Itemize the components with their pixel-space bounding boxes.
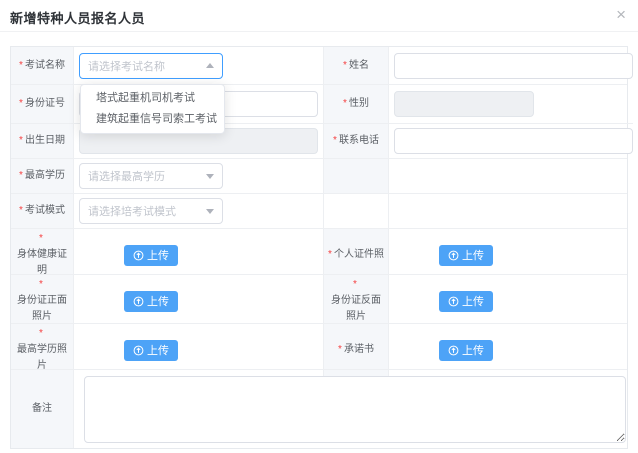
upload-icon [448, 296, 459, 307]
upload-personal-photo-button[interactable]: 上传 [439, 245, 493, 266]
education-select[interactable]: 请选择最高学历 [79, 163, 223, 189]
empty-label-cell [324, 158, 389, 193]
upload-health-cert-button[interactable]: 上传 [124, 245, 178, 266]
required-asterisk: * [19, 58, 23, 74]
exam-name-label-cell: * 考试名称 [11, 47, 74, 84]
birth-date-label: 出生日期 [25, 133, 65, 149]
chevron-up-icon [206, 63, 214, 68]
id-back-cell: 上传 [389, 274, 627, 327]
dialog-header: 新增特种人员报名人员 × [0, 0, 638, 32]
required-asterisk: * [328, 247, 332, 263]
exam-name-cell: 请选择考试名称 [74, 47, 324, 84]
id-front-cell: 上传 [74, 274, 324, 327]
required-asterisk: * [19, 133, 23, 149]
full-name-label-cell: * 姓名 [324, 47, 389, 84]
upload-id-back-button[interactable]: 上传 [439, 291, 493, 312]
phone-cell [389, 123, 633, 158]
required-asterisk: * [338, 342, 342, 358]
remarks-cell [74, 369, 627, 448]
required-asterisk: * [333, 133, 337, 149]
upload-icon [133, 250, 144, 261]
upload-button-label: 上传 [147, 342, 169, 358]
upload-education-photo-button[interactable]: 上传 [124, 340, 178, 361]
id-number-label-cell: * 身份证号 [11, 84, 74, 123]
gender-cell [389, 84, 627, 123]
empty-label-cell [324, 193, 389, 228]
form-row-education: * 最高学历 请选择最高学历 [11, 158, 627, 193]
personal-photo-label: 个人证件照 [334, 247, 384, 263]
close-icon[interactable]: × [616, 5, 626, 25]
upload-button-label: 上传 [462, 342, 484, 358]
education-cell: 请选择最高学历 [74, 158, 324, 193]
commitment-label: 承诺书 [344, 342, 374, 358]
form-row-exam-mode: * 考试模式 请选择培考试模式 [11, 193, 627, 228]
education-placeholder: 请选择最高学历 [88, 168, 165, 184]
gender-label: 性别 [349, 96, 369, 112]
upload-icon [133, 345, 144, 356]
required-asterisk: * [353, 277, 357, 293]
required-asterisk: * [39, 326, 43, 342]
empty-cell [389, 158, 627, 193]
chevron-down-icon [206, 209, 214, 214]
upload-button-label: 上传 [462, 247, 484, 263]
upload-button-label: 上传 [462, 293, 484, 309]
dropdown-option[interactable]: 建筑起重信号司索工考试 [81, 109, 224, 130]
gender-label-cell: * 性别 [324, 84, 389, 123]
upload-icon [448, 250, 459, 261]
upload-icon [133, 296, 144, 307]
form-row-exam-name: * 考试名称 请选择考试名称 * 姓名 [11, 47, 627, 84]
chevron-down-icon [206, 174, 214, 179]
exam-name-label: 考试名称 [25, 58, 65, 74]
upload-commitment-button[interactable]: 上传 [439, 340, 493, 361]
form-row-education-photo: * 最高学历照片 上传 * 承诺书 上传 [11, 323, 627, 369]
exam-name-select[interactable]: 请选择考试名称 [79, 53, 223, 79]
full-name-input[interactable] [394, 53, 633, 79]
education-label-cell: * 最高学历 [11, 158, 74, 193]
id-front-label: 身份证正面照片 [14, 293, 70, 325]
remarks-textarea[interactable] [84, 376, 626, 443]
exam-name-dropdown: 塔式起重机司机考试 建筑起重信号司索工考试 [80, 84, 225, 134]
registration-form: * 考试名称 请选择考试名称 * 姓名 * 身份证号 * 性别 [10, 46, 628, 449]
id-number-label: 身份证号 [25, 96, 65, 112]
upload-button-label: 上传 [147, 293, 169, 309]
id-back-label-cell: * 身份证反面照片 [324, 274, 389, 327]
exam-mode-cell: 请选择培考试模式 [74, 193, 324, 228]
required-asterisk: * [343, 96, 347, 112]
upload-id-front-button[interactable]: 上传 [124, 291, 178, 312]
required-asterisk: * [19, 96, 23, 112]
upload-button-label: 上传 [147, 247, 169, 263]
exam-mode-label: 考试模式 [25, 203, 65, 219]
required-asterisk: * [39, 231, 43, 247]
full-name-cell [389, 47, 633, 84]
exam-mode-placeholder: 请选择培考试模式 [88, 203, 176, 219]
required-asterisk: * [343, 58, 347, 74]
remarks-label: 备注 [32, 401, 52, 417]
exam-name-placeholder: 请选择考试名称 [88, 58, 165, 74]
form-row-remarks: 备注 [11, 369, 627, 448]
id-front-label-cell: * 身份证正面照片 [11, 274, 74, 327]
phone-label: 联系电话 [339, 133, 379, 149]
form-row-id-front: * 身份证正面照片 上传 * 身份证反面照片 上传 [11, 274, 627, 323]
id-back-label: 身份证反面照片 [327, 293, 385, 325]
required-asterisk: * [19, 168, 23, 184]
birth-date-label-cell: * 出生日期 [11, 123, 74, 158]
required-asterisk: * [19, 203, 23, 219]
gender-input [394, 91, 534, 117]
dialog-title: 新增特种人员报名人员 [10, 8, 145, 27]
empty-cell [389, 193, 627, 228]
education-label: 最高学历 [25, 168, 65, 184]
exam-mode-select[interactable]: 请选择培考试模式 [79, 198, 223, 224]
dropdown-option[interactable]: 塔式起重机司机考试 [81, 88, 224, 109]
phone-label-cell: * 联系电话 [324, 123, 389, 158]
upload-icon [448, 345, 459, 356]
remarks-label-cell: 备注 [11, 369, 74, 448]
exam-mode-label-cell: * 考试模式 [11, 193, 74, 228]
required-asterisk: * [39, 277, 43, 293]
form-row-health-cert: * 身体健康证明 上传 * 个人证件照 上传 [11, 228, 627, 274]
full-name-label: 姓名 [349, 58, 369, 74]
phone-input[interactable] [394, 128, 633, 154]
